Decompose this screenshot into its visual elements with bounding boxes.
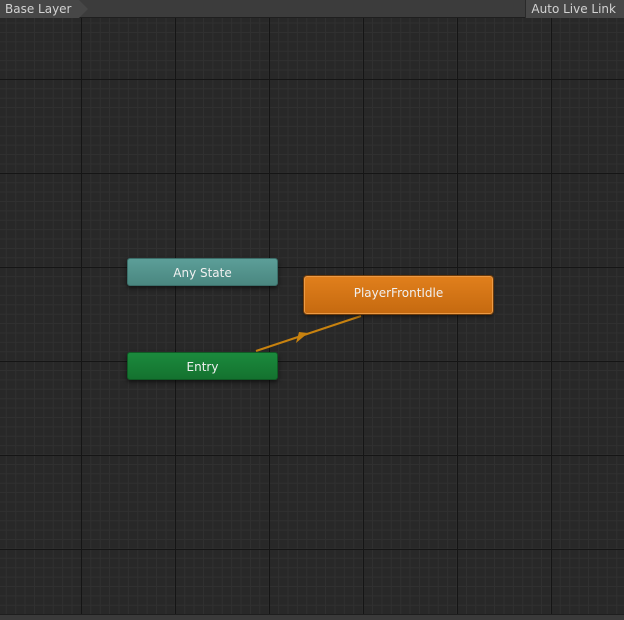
state-machine-graph[interactable]	[0, 18, 624, 614]
layer-breadcrumb[interactable]: Base Layer	[0, 0, 88, 18]
state-node-any-state[interactable]: Any State	[127, 258, 278, 286]
state-node-entry[interactable]: Entry	[127, 352, 278, 380]
horizontal-scrollbar[interactable]	[0, 614, 624, 620]
layer-breadcrumb-label[interactable]: Base Layer	[0, 0, 79, 18]
animator-toolbar: Base Layer Auto Live Link	[0, 0, 624, 18]
state-node-playerfrontidle[interactable]: PlayerFrontIdle	[304, 276, 493, 314]
breadcrumb-arrow-icon	[78, 0, 88, 18]
animator-window: Base Layer Auto Live Link Any State Play…	[0, 0, 624, 620]
auto-live-link-button[interactable]: Auto Live Link	[525, 0, 624, 18]
